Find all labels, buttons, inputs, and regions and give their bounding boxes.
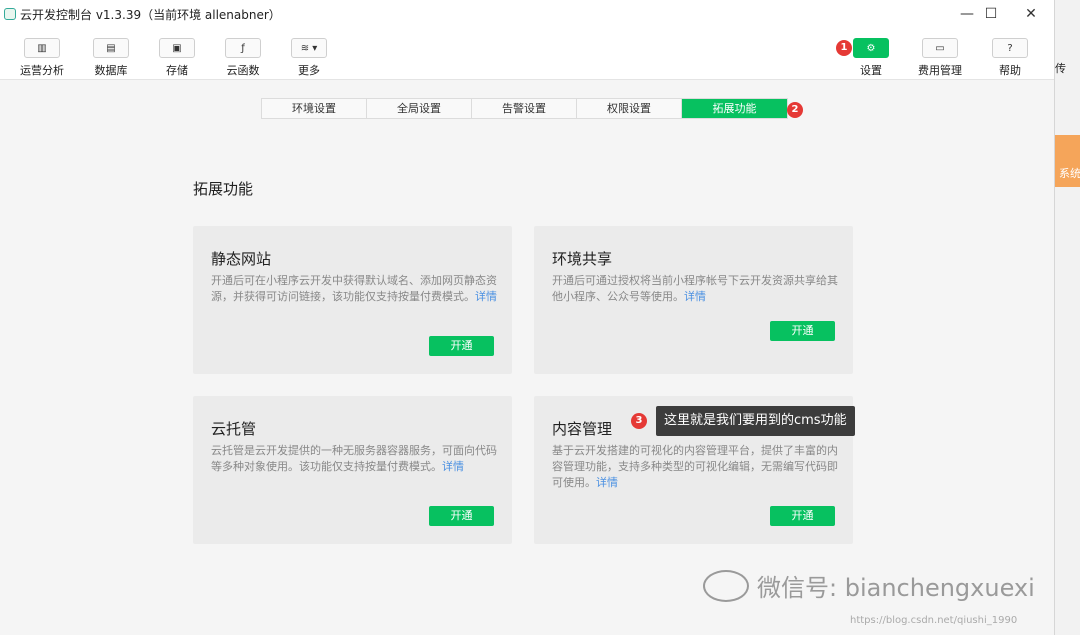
layers-icon: ≋ ▾	[291, 38, 327, 58]
toolbar-storage-button[interactable]: ▣ 存储	[142, 38, 212, 78]
close-button[interactable]: ✕	[1008, 0, 1054, 28]
database-icon: ▤	[93, 38, 129, 58]
side-text: 传	[1055, 62, 1066, 75]
toolbar-label: 更多	[298, 64, 320, 77]
tab-permissions[interactable]: 权限设置	[577, 99, 682, 118]
tab-global[interactable]: 全局设置	[367, 99, 472, 118]
toolbar-label: 运营分析	[20, 64, 64, 77]
toolbar-label: 帮助	[999, 64, 1021, 77]
background-window: 传 系统	[1054, 0, 1080, 635]
card-static-website: 静态网站 开通后可在小程序云开发中获得默认域名、添加网页静态资源，并获得可访问链…	[193, 226, 512, 374]
details-link[interactable]: 详情	[684, 290, 706, 303]
toolbar-label: 费用管理	[918, 64, 962, 77]
card-cloud-hosting: 云托管 云托管是云开发提供的一种无服务器容器服务，可面向代码等多种对象使用。该功…	[193, 396, 512, 544]
tab-alerts[interactable]: 告警设置	[472, 99, 577, 118]
title-bar: 云开发控制台 v1.3.39（当前环境 allenabner）	[0, 0, 1054, 28]
step-badge: 3	[631, 413, 647, 429]
card-title: 环境共享	[552, 250, 613, 268]
toolbar-help-button[interactable]: ? 帮助	[975, 38, 1045, 78]
details-link[interactable]: 详情	[596, 476, 618, 489]
card-title: 静态网站	[211, 250, 272, 268]
toolbar-label: 数据库	[94, 64, 128, 77]
toolbar-label: 设置	[860, 64, 882, 77]
card-desc-text: 开通后可在小程序云开发中获得默认域名、添加网页静态资源，并获得可访问链接，该功能…	[211, 274, 497, 303]
step-badge: 1	[836, 40, 852, 56]
blog-url: https://blog.csdn.net/qiushi_1990	[850, 615, 1018, 626]
section-title: 拓展功能	[193, 180, 254, 198]
card-title: 云托管	[211, 420, 257, 438]
card-description: 开通后可在小程序云开发中获得默认域名、添加网页静态资源，并获得可访问链接，该功能…	[211, 273, 497, 305]
enable-button[interactable]: 开通	[770, 321, 835, 341]
toolbar-billing-button[interactable]: ▭ 费用管理	[905, 38, 975, 78]
card-desc-text: 基于云开发搭建的可视化的内容管理平台，提供了丰富的内容管理功能，支持多种类型的可…	[552, 444, 838, 489]
app-logo-icon	[4, 8, 16, 20]
tab-extensions[interactable]: 拓展功能	[682, 99, 787, 118]
bar-chart-icon: ▥	[24, 38, 60, 58]
toolbar-label: 存储	[166, 64, 188, 77]
toolbar-analytics-button[interactable]: ▥ 运营分析	[7, 38, 77, 78]
card-env-sharing: 环境共享 开通后可通过授权将当前小程序帐号下云开发资源共享给其他小程序、公众号等…	[534, 226, 853, 374]
toolbar-database-button[interactable]: ▤ 数据库	[76, 38, 146, 78]
toolbar-functions-button[interactable]: ƒ 云函数	[208, 38, 278, 78]
side-orange-text: 系统	[1059, 167, 1080, 180]
help-icon: ?	[992, 38, 1028, 58]
card-description: 基于云开发搭建的可视化的内容管理平台，提供了丰富的内容管理功能，支持多种类型的可…	[552, 443, 838, 491]
tab-environment[interactable]: 环境设置	[262, 99, 367, 118]
toolbar-more-button[interactable]: ≋ ▾ 更多	[274, 38, 344, 78]
wechat-logo-icon	[703, 569, 749, 602]
annotation-tooltip: 这里就是我们要用到的cms功能	[656, 406, 855, 436]
enable-button[interactable]: 开通	[770, 506, 835, 526]
billing-icon: ▭	[922, 38, 958, 58]
step-badge: 2	[787, 102, 803, 118]
gear-icon: ⚙	[853, 38, 889, 58]
enable-button[interactable]: 开通	[429, 506, 494, 526]
window-title: 云开发控制台 v1.3.39（当前环境 allenabner）	[20, 7, 281, 22]
main-content: 环境设置 全局设置 告警设置 权限设置 拓展功能 2 拓展功能 静态网站 开通后…	[0, 80, 1054, 635]
card-title: 内容管理	[552, 420, 613, 438]
card-description: 云托管是云开发提供的一种无服务器容器服务，可面向代码等多种对象使用。该功能仅支持…	[211, 443, 497, 475]
watermark: 微信号: bianchengxuexi	[703, 568, 1035, 603]
watermark-text: 微信号: bianchengxuexi	[757, 574, 1035, 602]
toolbar-label: 云函数	[226, 64, 260, 77]
toolbar: ▥ 运营分析 ▤ 数据库 ▣ 存储 ƒ 云函数 ≋ ▾ 更多 ⚙ 设置 ▭ 费用…	[0, 28, 1054, 80]
function-icon: ƒ	[225, 38, 261, 58]
card-description: 开通后可通过授权将当前小程序帐号下云开发资源共享给其他小程序、公众号等使用。详情	[552, 273, 838, 305]
details-link[interactable]: 详情	[475, 290, 497, 303]
enable-button[interactable]: 开通	[429, 336, 494, 356]
storage-icon: ▣	[159, 38, 195, 58]
settings-tabs: 环境设置 全局设置 告警设置 权限设置 拓展功能	[261, 98, 788, 119]
details-link[interactable]: 详情	[442, 460, 464, 473]
